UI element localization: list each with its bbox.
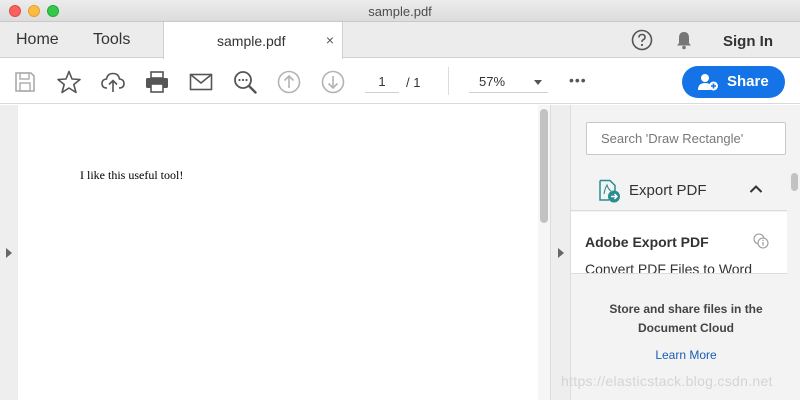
close-tab-icon[interactable]: × bbox=[326, 32, 334, 48]
star-icon[interactable] bbox=[56, 69, 82, 95]
share-button-label: Share bbox=[727, 73, 769, 90]
info-icon[interactable] bbox=[753, 233, 769, 249]
share-button[interactable]: Share bbox=[682, 66, 785, 98]
email-icon[interactable] bbox=[188, 69, 214, 95]
toolbar: / 1 57% ••• Share bbox=[0, 59, 800, 104]
zoom-value: 57% bbox=[479, 74, 506, 89]
export-card: Adobe Export PDF Convert PDF Files to Wo… bbox=[571, 212, 787, 274]
right-panel-toggle[interactable] bbox=[550, 105, 570, 400]
tab-document-label: sample.pdf bbox=[217, 33, 286, 49]
add-user-icon bbox=[698, 74, 718, 91]
upload-cloud-icon[interactable] bbox=[100, 69, 126, 95]
save-icon[interactable] bbox=[12, 69, 38, 95]
scrollbar-thumb[interactable] bbox=[540, 109, 548, 223]
page-total: / 1 bbox=[406, 75, 421, 90]
sign-in-link[interactable]: Sign In bbox=[723, 33, 773, 50]
document-scrollbar[interactable] bbox=[538, 105, 550, 400]
window-titlebar: sample.pdf bbox=[0, 0, 800, 22]
page-number-input[interactable] bbox=[365, 71, 399, 93]
document-area: I like this useful tool! bbox=[0, 105, 570, 400]
window-title: sample.pdf bbox=[368, 4, 432, 19]
watermark: https://elasticstack.blog.csdn.net bbox=[561, 373, 773, 389]
bell-icon[interactable] bbox=[673, 29, 695, 51]
pdf-page[interactable]: I like this useful tool! bbox=[18, 105, 538, 400]
chevron-up-icon[interactable] bbox=[749, 183, 763, 195]
export-card-title: Adobe Export PDF bbox=[585, 234, 709, 250]
tools-search-input[interactable] bbox=[586, 122, 786, 155]
page-up-icon[interactable] bbox=[276, 69, 302, 95]
tools-pane-scrollbar[interactable] bbox=[788, 171, 800, 400]
more-options-icon[interactable]: ••• bbox=[569, 72, 587, 88]
export-pdf-label: Export PDF bbox=[629, 182, 707, 199]
chevron-right-icon bbox=[558, 248, 564, 258]
export-pdf-icon bbox=[599, 179, 620, 203]
page-down-icon[interactable] bbox=[320, 69, 346, 95]
print-icon[interactable] bbox=[144, 69, 170, 95]
tab-home[interactable]: Home bbox=[16, 31, 59, 49]
tools-pane: Export PDF Adobe Export PDF Convert PDF … bbox=[570, 105, 800, 400]
export-pdf-row[interactable]: Export PDF bbox=[571, 171, 787, 211]
chevron-down-icon bbox=[534, 80, 542, 85]
scrollbar-thumb[interactable] bbox=[791, 173, 798, 191]
zoom-select[interactable]: 57% bbox=[469, 71, 548, 93]
zoom-search-icon[interactable] bbox=[232, 69, 258, 95]
help-icon[interactable] bbox=[631, 29, 653, 51]
document-cloud-text: Store and share files in the Document Cl… bbox=[609, 302, 763, 335]
tab-bar: Home Tools sample.pdf × Sign In bbox=[0, 22, 800, 59]
tab-document[interactable]: sample.pdf × bbox=[163, 22, 343, 59]
left-panel-toggle[interactable] bbox=[0, 105, 18, 400]
tab-tools[interactable]: Tools bbox=[93, 31, 130, 49]
page-text: I like this useful tool! bbox=[80, 168, 184, 182]
toolbar-divider bbox=[448, 67, 449, 95]
export-card-description: Convert PDF Files to Word bbox=[585, 261, 753, 274]
learn-more-link[interactable]: Learn More bbox=[571, 348, 800, 362]
chevron-right-icon bbox=[6, 248, 12, 258]
